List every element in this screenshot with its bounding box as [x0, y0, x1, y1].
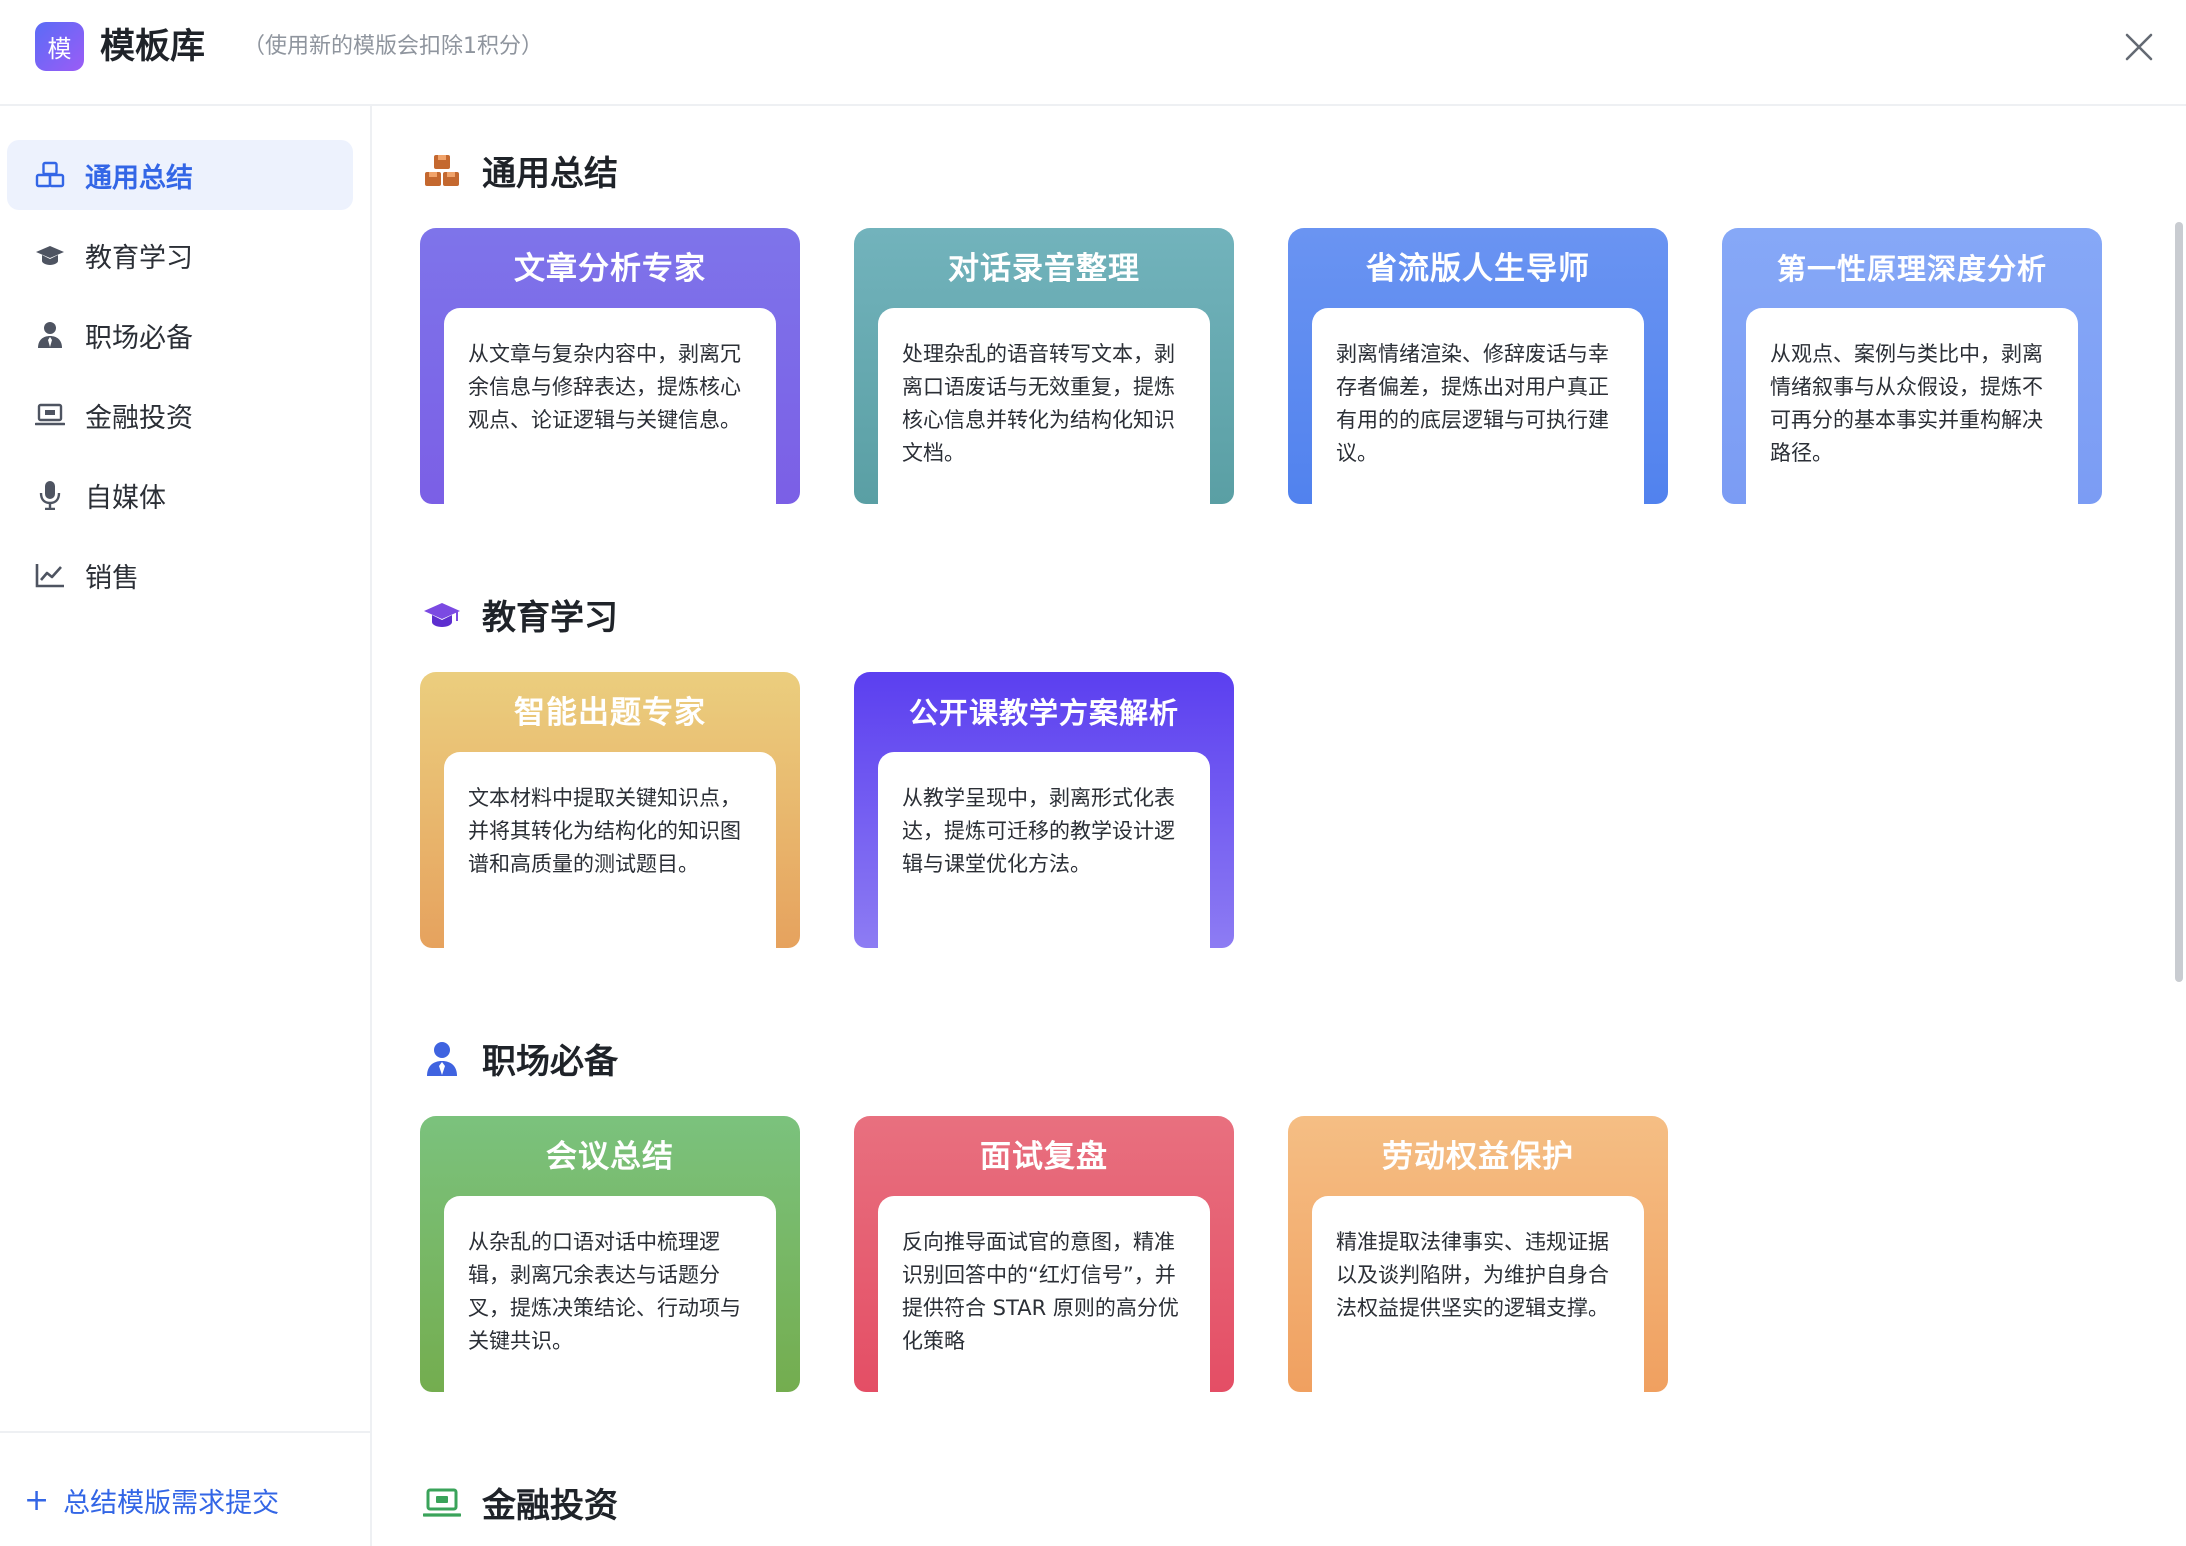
- sidebar-item-general[interactable]: 通用总结: [7, 140, 353, 210]
- section-header-general: 通用总结: [422, 146, 618, 195]
- sidebar-item-workplace[interactable]: 职场必备: [7, 300, 353, 370]
- graduation-cap-icon: [33, 238, 67, 272]
- scrollbar[interactable]: [2172, 106, 2186, 1546]
- laptop-icon: [422, 1483, 462, 1523]
- template-card-open-class-analysis[interactable]: 公开课教学方案解析 从教学呈现中，剥离形式化表达，提炼可迁移的教学设计逻辑与课堂…: [854, 672, 1234, 948]
- page-subtitle: （使用新的模版会扣除1积分）: [243, 34, 543, 59]
- card-description: 剥离情绪渲染、修辞废话与幸存者偏差，提炼出对用户真正有用的的底层逻辑与可执行建议…: [1312, 308, 1644, 504]
- section-title: 通用总结: [482, 154, 618, 194]
- user-tie-icon: [422, 1039, 462, 1079]
- sidebar-footer: + 总结模版需求提交: [0, 1431, 370, 1546]
- microphone-icon: [33, 478, 67, 512]
- template-card-meeting-summary[interactable]: 会议总结 从杂乱的口语对话中梳理逻辑，剥离冗余表达与话题分叉，提炼决策结论、行动…: [420, 1116, 800, 1392]
- sidebar-item-label: 金融投资: [85, 402, 193, 434]
- card-title: 省流版人生导师: [1366, 251, 1590, 287]
- template-card-labor-rights[interactable]: 劳动权益保护 精准提取法律事实、违规证据以及谈判陷阱，为维护自身合法权益提供坚实…: [1288, 1116, 1668, 1392]
- card-description: 从杂乱的口语对话中梳理逻辑，剥离冗余表达与话题分叉，提炼决策结论、行动项与关键共…: [444, 1196, 776, 1392]
- graduation-cap-icon: [422, 595, 462, 635]
- card-description: 从文章与复杂内容中，剥离冗余信息与修辞表达，提炼核心观点、论证逻辑与关键信息。: [444, 308, 776, 504]
- section-header-workplace: 职场必备: [422, 1034, 618, 1083]
- card-description: 反向推导面试官的意图，精准识别回答中的“红灯信号”，并提供符合 STAR 原则的…: [878, 1196, 1210, 1392]
- section-title: 职场必备: [482, 1042, 618, 1082]
- close-icon: [2125, 33, 2153, 61]
- modal-header: 模 模板库 （使用新的模版会扣除1积分）: [0, 0, 2186, 106]
- template-card-dialogue-recording[interactable]: 对话录音整理 处理杂乱的语音转写文本，剥离口语废话与无效重复，提炼核心信息并转化…: [854, 228, 1234, 504]
- template-card-article-analysis[interactable]: 文章分析专家 从文章与复杂内容中，剥离冗余信息与修辞表达，提炼核心观点、论证逻辑…: [420, 228, 800, 504]
- card-title: 文章分析专家: [514, 251, 706, 287]
- page-title: 模板库: [100, 27, 206, 67]
- chart-line-icon: [33, 558, 67, 592]
- user-tie-icon: [33, 318, 67, 352]
- scrollbar-thumb[interactable]: [2175, 222, 2183, 982]
- card-description: 处理杂乱的语音转写文本，剥离口语废话与无效重复，提炼核心信息并转化为结构化知识文…: [878, 308, 1210, 504]
- laptop-icon: [33, 398, 67, 432]
- template-list: 通用总结 文章分析专家 从文章与复杂内容中，剥离冗余信息与修辞表达，提炼核心观点…: [372, 106, 2172, 1546]
- sidebar-item-sales[interactable]: 销售: [7, 540, 353, 610]
- card-title: 对话录音整理: [948, 251, 1140, 287]
- card-description: 从教学呈现中，剥离形式化表达，提炼可迁移的教学设计逻辑与课堂优化方法。: [878, 752, 1210, 948]
- close-button[interactable]: [2114, 22, 2164, 72]
- card-description: 精准提取法律事实、违规证据以及谈判陷阱，为维护自身合法权益提供坚实的逻辑支撑。: [1312, 1196, 1644, 1392]
- sidebar: 通用总结 教育学习 职场必备 金融投资 自媒体 销售 + 总结模版需求提交: [0, 106, 372, 1546]
- template-card-life-mentor[interactable]: 省流版人生导师 剥离情绪渲染、修辞废话与幸存者偏差，提炼出对用户真正有用的的底层…: [1288, 228, 1668, 504]
- card-title: 智能出题专家: [514, 695, 706, 731]
- template-card-first-principles[interactable]: 第一性原理深度分析 从观点、案例与类比中，剥离情绪叙事与从众假设，提炼不可再分的…: [1722, 228, 2102, 504]
- section-header-education: 教育学习: [422, 590, 618, 639]
- card-title: 会议总结: [546, 1139, 674, 1175]
- app-logo: 模: [35, 22, 84, 71]
- sidebar-item-label: 教育学习: [85, 242, 193, 274]
- sidebar-item-education[interactable]: 教育学习: [7, 220, 353, 290]
- boxes-icon: [422, 151, 462, 191]
- card-description: 从观点、案例与类比中，剥离情绪叙事与从众假设，提炼不可再分的基本事实并重构解决路…: [1746, 308, 2078, 504]
- template-card-interview-review[interactable]: 面试复盘 反向推导面试官的意图，精准识别回答中的“红灯信号”，并提供符合 STA…: [854, 1116, 1234, 1392]
- card-title: 公开课教学方案解析: [908, 696, 1179, 730]
- sidebar-item-label: 通用总结: [85, 162, 193, 194]
- sidebar-item-label: 自媒体: [85, 482, 166, 514]
- card-description: 文本材料中提取关键知识点，并将其转化为结构化的知识图谱和高质量的测试题目。: [444, 752, 776, 948]
- section-header-finance: 金融投资: [422, 1478, 618, 1527]
- sidebar-item-media[interactable]: 自媒体: [7, 460, 353, 530]
- card-title: 面试复盘: [980, 1139, 1108, 1175]
- boxes-icon: [33, 158, 67, 192]
- sidebar-item-label: 销售: [85, 562, 139, 594]
- section-title: 金融投资: [482, 1486, 618, 1526]
- logo-char: 模: [47, 35, 72, 63]
- submit-template-request-label: 总结模版需求提交: [63, 1488, 280, 1519]
- section-title: 教育学习: [482, 598, 618, 638]
- template-card-question-generator[interactable]: 智能出题专家 文本材料中提取关键知识点，并将其转化为结构化的知识图谱和高质量的测…: [420, 672, 800, 948]
- card-title: 第一性原理深度分析: [1776, 252, 2047, 286]
- submit-template-request-link[interactable]: + 总结模版需求提交: [24, 1481, 279, 1520]
- sidebar-item-finance[interactable]: 金融投资: [7, 380, 353, 450]
- card-title: 劳动权益保护: [1382, 1139, 1574, 1175]
- plus-icon: +: [24, 1482, 50, 1518]
- sidebar-item-label: 职场必备: [85, 322, 193, 354]
